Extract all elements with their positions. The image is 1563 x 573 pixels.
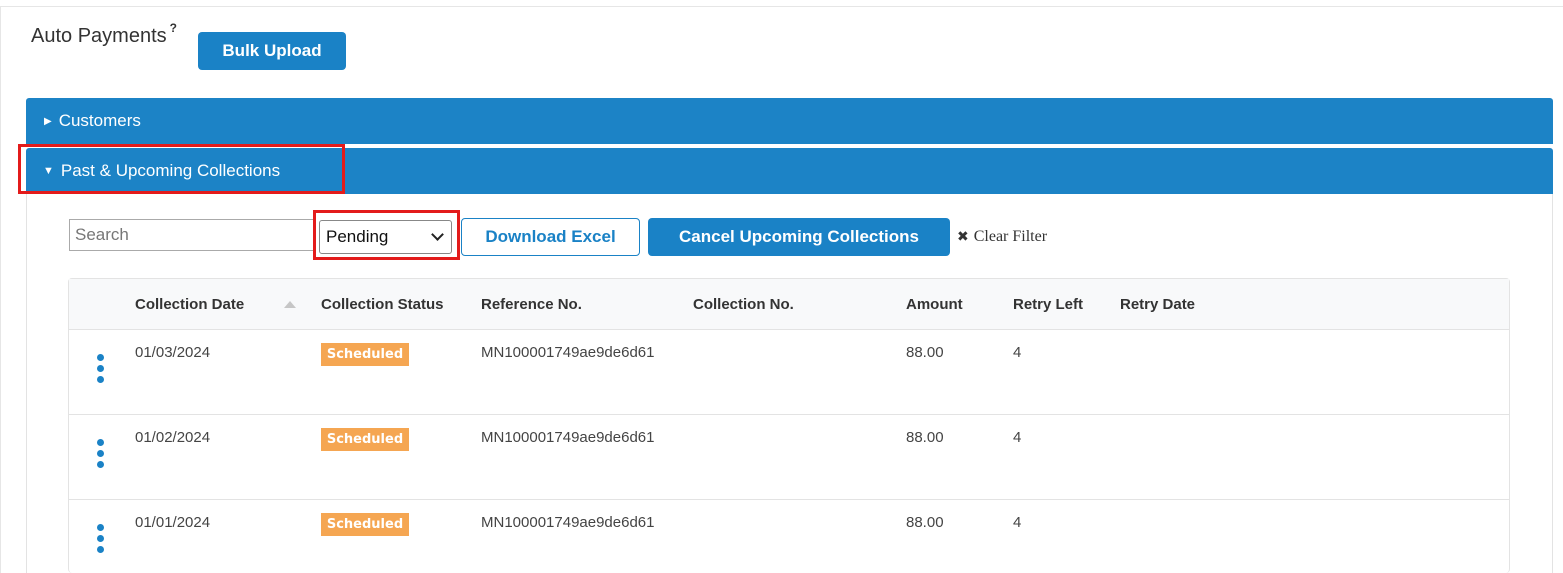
col-collection-status[interactable]: Collection Status <box>321 296 444 313</box>
x-icon: ✖ <box>957 229 969 245</box>
status-select-value: Pending <box>326 227 389 246</box>
cell-reference: MN100001749ae9de6d61 <box>481 514 655 531</box>
chevron-down-icon <box>431 228 444 241</box>
cell-retry-left: 4 <box>1013 429 1022 446</box>
cell-date: 01/01/2024 <box>135 514 211 531</box>
caret-right-icon: ▶ <box>44 115 52 127</box>
search-input[interactable] <box>69 219 315 251</box>
col-retry-left[interactable]: Retry Left <box>1013 296 1083 313</box>
cell-retry-left: 4 <box>1013 514 1022 531</box>
table-row: 01/03/2024 Scheduled MN100001749ae9de6d6… <box>69 330 1509 415</box>
sort-asc-icon[interactable] <box>284 301 296 308</box>
table-row: 01/02/2024 Scheduled MN100001749ae9de6d6… <box>69 415 1509 500</box>
bulk-upload-button[interactable]: Bulk Upload <box>198 32 346 70</box>
status-badge: Scheduled <box>321 343 409 366</box>
col-amount[interactable]: Amount <box>906 296 963 313</box>
kebab-icon[interactable] <box>97 439 105 475</box>
help-icon[interactable]: ? <box>170 21 177 35</box>
clear-filter-label: Clear Filter <box>973 228 1048 245</box>
cancel-upcoming-collections-button[interactable]: Cancel Upcoming Collections <box>648 218 950 256</box>
cell-date: 01/02/2024 <box>135 429 211 446</box>
table-row: 01/01/2024 Scheduled MN100001749ae9de6d6… <box>69 500 1509 573</box>
status-badge: Scheduled <box>321 513 409 536</box>
cell-amount: 88.00 <box>906 344 944 361</box>
page-title: Auto Payments <box>31 25 167 47</box>
caret-down-icon: ▼ <box>43 165 54 177</box>
col-collection-date[interactable]: Collection Date <box>135 296 244 313</box>
col-retry-date[interactable]: Retry Date <box>1120 296 1195 313</box>
accordion-collections[interactable]: ▼ Past & Upcoming Collections <box>26 148 1553 194</box>
accordion-customers[interactable]: ▶ Customers <box>26 98 1553 144</box>
cell-date: 01/03/2024 <box>135 344 211 361</box>
collections-table: Collection Date Collection Status Refere… <box>68 278 1510 573</box>
accordion-customers-label: Customers <box>58 111 141 130</box>
status-select[interactable]: Pending <box>319 220 452 254</box>
table-header: Collection Date Collection Status Refere… <box>69 279 1509 330</box>
cell-retry-left: 4 <box>1013 344 1022 361</box>
cell-amount: 88.00 <box>906 514 944 531</box>
cell-amount: 88.00 <box>906 429 944 446</box>
kebab-icon[interactable] <box>97 354 105 390</box>
clear-filter-link[interactable]: ✖ Clear Filter <box>957 228 1047 246</box>
kebab-icon[interactable] <box>97 524 105 560</box>
page-header: Auto Payments ? <box>31 21 177 48</box>
col-reference-no[interactable]: Reference No. <box>481 296 582 313</box>
cell-reference: MN100001749ae9de6d61 <box>481 429 655 446</box>
status-badge: Scheduled <box>321 428 409 451</box>
download-excel-button[interactable]: Download Excel <box>461 218 640 256</box>
col-collection-no[interactable]: Collection No. <box>693 296 794 313</box>
cell-reference: MN100001749ae9de6d61 <box>481 344 655 361</box>
accordion-collections-label: Past & Upcoming Collections <box>60 161 281 180</box>
